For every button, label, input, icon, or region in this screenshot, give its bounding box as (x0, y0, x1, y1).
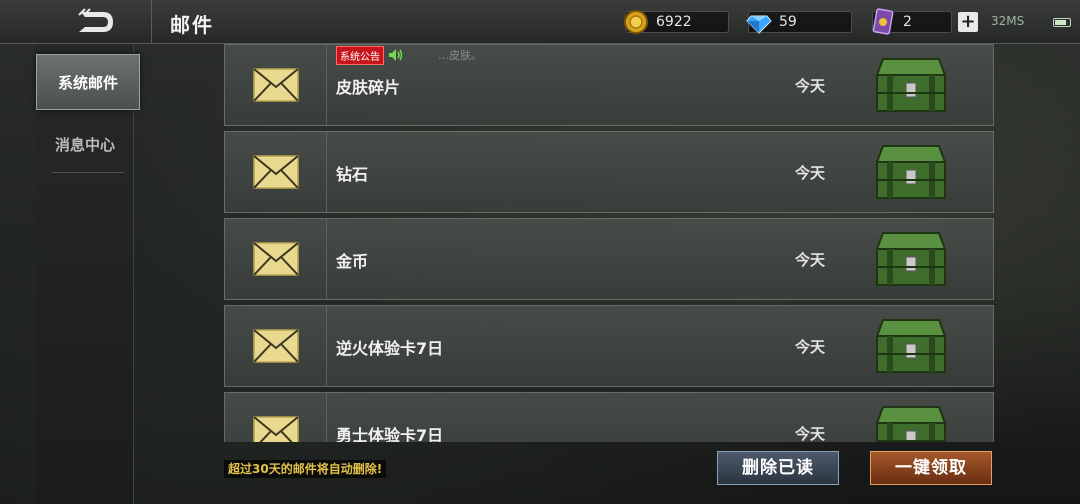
card-value: 2 (903, 14, 912, 30)
envelope-box (225, 219, 327, 299)
battery-icon (1053, 18, 1071, 27)
nav-system-mail[interactable]: 系统邮件 (36, 54, 140, 110)
mail-subject: 钻石 (336, 165, 369, 184)
reward-chest-icon[interactable] (873, 401, 949, 442)
mail-item[interactable]: 金币 今天 (224, 218, 994, 300)
envelope-box (225, 306, 327, 386)
announcement-badge: 系统公告 (336, 45, 384, 65)
claim-all-button[interactable]: 一键领取 (870, 451, 992, 485)
mail-item[interactable]: 逆火体验卡7日 今天 (224, 305, 994, 387)
add-currency-button[interactable]: + (958, 12, 978, 32)
left-nav: 系统邮件 消息中心 (36, 44, 140, 504)
envelope-icon (252, 242, 299, 276)
envelope-box (225, 45, 327, 125)
reward-chest-icon[interactable] (873, 53, 949, 115)
gold-value: 6922 (656, 14, 692, 30)
mail-date: 今天 (795, 77, 826, 95)
mail-subject: 皮肤碎片 (336, 78, 401, 97)
envelope-icon (252, 68, 299, 102)
mail-item[interactable]: 钻石 今天 (224, 131, 994, 213)
mail-date: 今天 (795, 164, 826, 182)
envelope-icon (252, 329, 299, 363)
mail-item[interactable]: 勇士体验卡7日 今天 (224, 392, 994, 442)
delete-read-button[interactable]: 删除已读 (717, 451, 839, 485)
reward-chest-icon[interactable] (873, 314, 949, 376)
reward-chest-icon[interactable] (873, 140, 949, 202)
envelope-icon (252, 416, 299, 442)
reward-chest-icon[interactable] (873, 227, 949, 289)
envelope-icon (252, 155, 299, 189)
mail-date: 今天 (795, 251, 826, 269)
speaker-icon (389, 49, 403, 61)
nav-divider (52, 172, 124, 173)
diamond-icon (745, 8, 773, 36)
mail-date: 今天 (795, 425, 826, 442)
mail-subject: 勇士体验卡7日 (336, 426, 444, 442)
page-title: 邮件 (170, 13, 214, 37)
nav-message-center-label: 消息中心 (54, 135, 115, 154)
diamond-counter[interactable]: 59 (745, 8, 852, 36)
back-icon (77, 8, 113, 32)
nav-message-center[interactable]: 消息中心 (36, 116, 134, 172)
auto-delete-notice: 超过30天的邮件将自动删除! (224, 460, 387, 478)
announcement-text: …皮肤。 (438, 49, 482, 62)
nav-system-mail-label: 系统邮件 (57, 73, 118, 92)
gold-counter[interactable]: 6922 (622, 8, 729, 36)
envelope-box (225, 132, 327, 212)
top-bar: 邮件 6922 59 2 + 32MS (0, 0, 1080, 44)
gold-coin-icon (622, 8, 650, 36)
diamond-value: 59 (779, 14, 797, 30)
mail-subject: 金币 (336, 252, 369, 271)
back-button[interactable] (40, 0, 152, 44)
mail-date: 今天 (795, 338, 826, 356)
mail-subject: 逆火体验卡7日 (336, 339, 444, 358)
card-counter[interactable]: 2 (869, 8, 952, 36)
announcement-ticker: 系统公告 …皮肤。 (336, 45, 482, 65)
envelope-box (225, 393, 327, 442)
mail-list[interactable]: 皮肤碎片 今天 钻石 今天 金币 今天 逆火体验卡7日 今天 勇士体验卡7日 今… (224, 44, 994, 442)
ping-readout: 32MS (991, 14, 1025, 28)
card-icon (869, 8, 897, 36)
